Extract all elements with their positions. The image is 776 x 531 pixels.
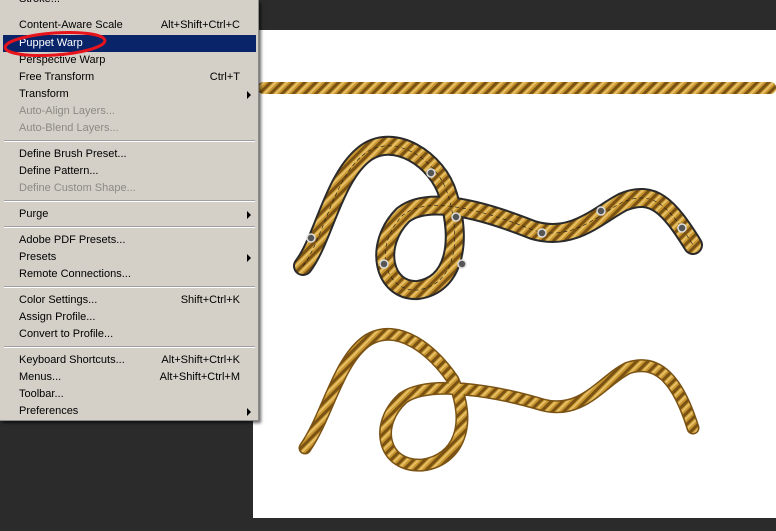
menu-item-define-brush-preset[interactable]: Define Brush Preset... [3,146,256,163]
menu-item-purge[interactable]: Purge [3,206,256,223]
warped-rope-with-mesh [293,135,703,300]
red-circle-annotation [3,30,107,58]
menu-item-keyboard-shortcuts[interactable]: Keyboard Shortcuts... Alt+Shift+Ctrl+K [3,352,256,369]
submenu-arrow-icon [247,211,251,219]
menu-item-adobe-pdf-presets[interactable]: Adobe PDF Presets... [3,232,256,249]
submenu-arrow-icon [247,254,251,262]
menu-item-define-custom-shape: Define Custom Shape... [19,182,136,194]
straight-rope [258,82,776,94]
rope-artwork [258,82,776,472]
submenu-arrow-icon [247,408,251,416]
menu-separator [4,286,255,288]
menu-item-presets[interactable]: Presets [3,249,256,266]
menu-separator [4,140,255,142]
menu-item-assign-profile[interactable]: Assign Profile... [3,309,256,326]
submenu-arrow-icon [247,91,251,99]
menu-item-free-transform[interactable]: Free Transform Ctrl+T [3,69,256,86]
menu-item-auto-align-layers: Auto-Align Layers... [19,105,115,117]
menu-item-preferences[interactable]: Preferences [3,403,256,420]
document-canvas[interactable] [253,30,776,518]
menu-item-convert-to-profile[interactable]: Convert to Profile... [3,326,256,343]
result-rope [298,327,700,472]
menu-separator [4,346,255,348]
menu-item-define-pattern[interactable]: Define Pattern... [3,163,256,180]
menu-separator [4,226,255,228]
menu-item-color-settings[interactable]: Color Settings... Shift+Ctrl+K [3,292,256,309]
menu-item-toolbar[interactable]: Toolbar... [3,386,256,403]
menu-item-auto-blend-layers: Auto-Blend Layers... [19,122,119,134]
menu-item-menus[interactable]: Menus... Alt+Shift+Ctrl+M [3,369,256,386]
menu-separator [4,200,255,202]
menu-item-remote-connections[interactable]: Remote Connections... [3,266,256,283]
menu-item-transform[interactable]: Transform [3,86,256,103]
